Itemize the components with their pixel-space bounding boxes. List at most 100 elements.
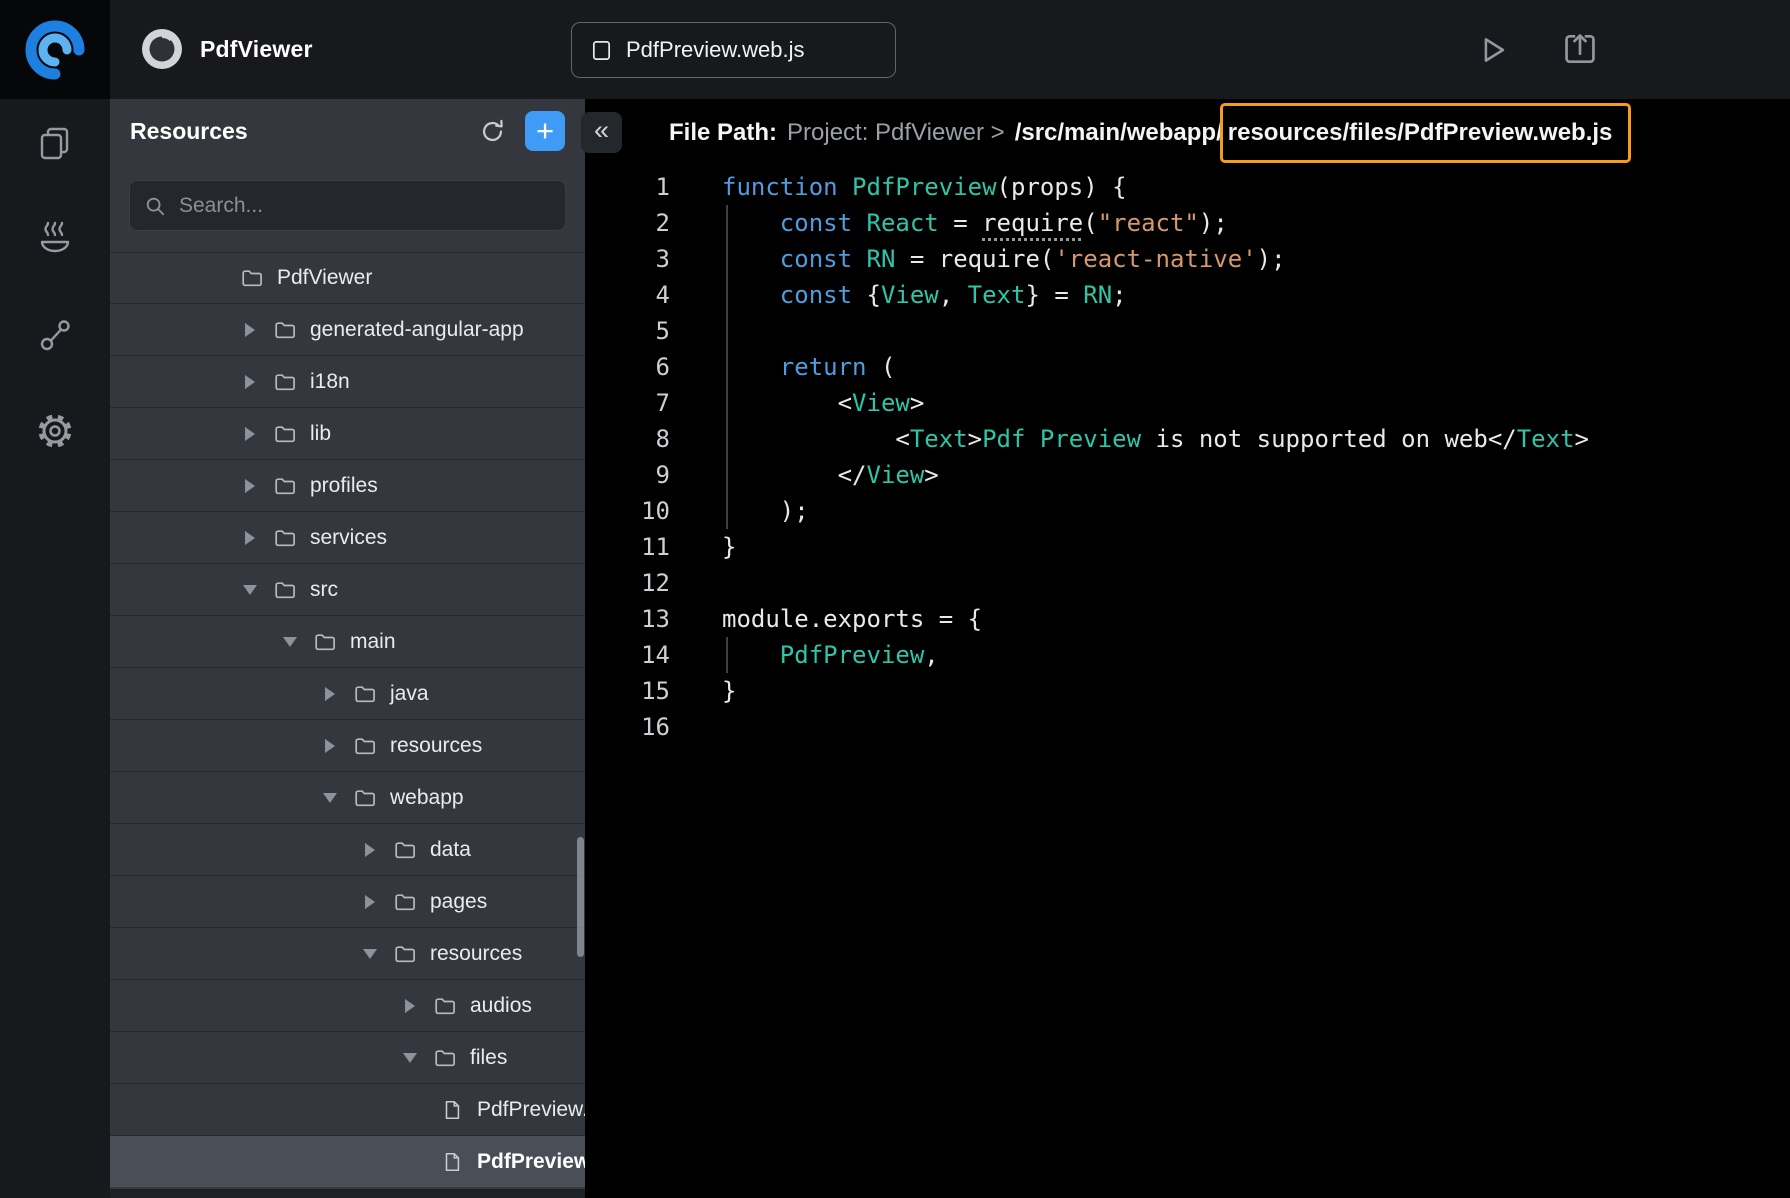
brew-nav-button[interactable] <box>33 217 77 261</box>
tree-node-label: i18n <box>310 370 350 394</box>
run-button[interactable] <box>1473 30 1513 70</box>
chevron-right-icon[interactable] <box>360 895 380 909</box>
file-icon <box>590 39 613 62</box>
chevron-down-icon[interactable] <box>240 585 260 595</box>
play-icon <box>1476 33 1510 67</box>
folder-icon <box>353 682 377 706</box>
code-text: function PdfPreview(props) { <box>722 173 1127 201</box>
search-input[interactable] <box>177 193 551 219</box>
folder-icon <box>240 266 264 290</box>
tree-item-lib[interactable]: lib <box>110 408 585 460</box>
folder-icon <box>273 370 297 394</box>
app-logo[interactable] <box>0 0 110 99</box>
file-path-highlight-box: resources/files/PdfPreview.web.js <box>1220 103 1632 163</box>
refresh-button[interactable] <box>477 116 507 146</box>
chevron-down-icon[interactable] <box>280 637 300 647</box>
chevron-right-icon[interactable] <box>240 531 260 545</box>
folder-icon <box>313 630 337 654</box>
tree-node-label: PdfViewer <box>277 266 372 290</box>
tree-item-webapp[interactable]: webapp <box>110 772 585 824</box>
code-line-13: 13 module.exports = { <box>585 601 1790 637</box>
code-text: const RN = require('react-native'); <box>722 245 1286 273</box>
chevron-right-icon[interactable] <box>240 375 260 389</box>
line-number: 9 <box>585 461 670 489</box>
tree-item-files[interactable]: files <box>110 1032 585 1084</box>
chevron-down-icon[interactable] <box>360 949 380 959</box>
code-line-4: 4 const {View, Text} = RN; <box>585 277 1790 313</box>
indent-guide <box>726 205 728 529</box>
tree-item-pdfviewer[interactable]: PdfViewer <box>110 252 585 304</box>
chevron-right-icon[interactable] <box>240 479 260 493</box>
chevron-down-icon[interactable] <box>400 1053 420 1063</box>
editor-area: File Path: Project: PdfViewer > /src/mai… <box>585 99 1790 1198</box>
workflow-icon <box>35 315 75 355</box>
file-icon <box>440 1098 464 1122</box>
code-text: const {View, Text} = RN; <box>722 281 1127 309</box>
chevron-right-icon[interactable] <box>240 323 260 337</box>
left-rail <box>0 99 110 1198</box>
code-text: </View> <box>722 461 939 489</box>
folder-icon <box>353 786 377 810</box>
chevron-right-icon[interactable] <box>240 427 260 441</box>
pages-icon <box>35 123 75 163</box>
code-text: <View> <box>722 389 924 417</box>
tree-item-resources[interactable]: resources <box>110 720 585 772</box>
code-line-1: 1 function PdfPreview(props) { <box>585 169 1790 205</box>
resources-panel: Resources + PdfViewergenerated-angular-a… <box>110 99 585 1198</box>
line-number: 5 <box>585 317 670 345</box>
tree-item-pages[interactable]: pages <box>110 876 585 928</box>
tree-item-profiles[interactable]: profiles <box>110 460 585 512</box>
add-resource-button[interactable]: + <box>525 111 565 151</box>
chevron-down-icon[interactable] <box>320 793 340 803</box>
code-line-11: 11} <box>585 529 1790 565</box>
folder-icon <box>273 422 297 446</box>
line-number: 13 <box>585 605 670 633</box>
search-box <box>129 180 566 231</box>
line-number: 16 <box>585 713 670 741</box>
code-line-15: 15} <box>585 673 1790 709</box>
chevron-right-icon[interactable] <box>320 687 340 701</box>
sidebar-scrollbar-thumb[interactable] <box>577 837 584 957</box>
tree-node-label: services <box>310 526 387 550</box>
tree-item-audios[interactable]: audios <box>110 980 585 1032</box>
code-editor[interactable]: 1function PdfPreview(props) {2 const Rea… <box>585 169 1790 745</box>
settings-nav-button[interactable] <box>33 409 77 453</box>
tree-item-services[interactable]: services <box>110 512 585 564</box>
code-line-16: 16 <box>585 709 1790 745</box>
code-line-12: 12 <box>585 565 1790 601</box>
tree-item-java[interactable]: java <box>110 668 585 720</box>
code-text: } <box>722 677 736 705</box>
file-path-bar: File Path: Project: PdfViewer > /src/mai… <box>669 99 1631 167</box>
tree-node-label: PdfPreview.web.js <box>477 1150 585 1174</box>
app-title: PdfViewer <box>200 0 313 99</box>
pages-nav-button[interactable] <box>33 121 77 165</box>
tree-item-src[interactable]: src <box>110 564 585 616</box>
tree-item-pdfpreview-native-js[interactable]: PdfPreview.native.js <box>110 1084 585 1136</box>
tree-node-label: audios <box>470 994 532 1018</box>
tree-item-generated-angular-app[interactable]: generated-angular-app <box>110 304 585 356</box>
code-line-3: 3 const RN = require('react-native'); <box>585 241 1790 277</box>
publish-button[interactable] <box>1560 29 1600 69</box>
tree-node-label: PdfPreview.native.js <box>477 1098 585 1122</box>
chevron-right-icon[interactable] <box>400 999 420 1013</box>
collapse-sidebar-button[interactable]: « <box>581 112 622 153</box>
file-tree: PdfViewer generated-angular-app i18n libpro… <box>110 252 585 1188</box>
chevron-right-icon[interactable] <box>360 843 380 857</box>
tree-item-resources[interactable]: resources <box>110 928 585 980</box>
gear-icon <box>35 411 75 451</box>
tree-item-i18n[interactable]: i18n <box>110 356 585 408</box>
folder-icon <box>393 942 417 966</box>
code-text: const React = require("react"); <box>722 209 1228 237</box>
workflow-nav-button[interactable] <box>33 313 77 357</box>
tree-item-main[interactable]: main <box>110 616 585 668</box>
tree-node-label: pages <box>430 890 487 914</box>
chevron-right-icon[interactable] <box>320 739 340 753</box>
code-text: module.exports = { <box>722 605 982 633</box>
code-line-14: 14 PdfPreview, <box>585 637 1790 673</box>
tree-item-pdfpreview-web-js[interactable]: PdfPreview.web.js <box>110 1136 585 1188</box>
tree-item-data[interactable]: data <box>110 824 585 876</box>
folder-icon <box>273 474 297 498</box>
line-number: 1 <box>585 173 670 201</box>
code-line-5: 5 <box>585 313 1790 349</box>
open-file-tab[interactable]: PdfPreview.web.js <box>571 22 896 78</box>
